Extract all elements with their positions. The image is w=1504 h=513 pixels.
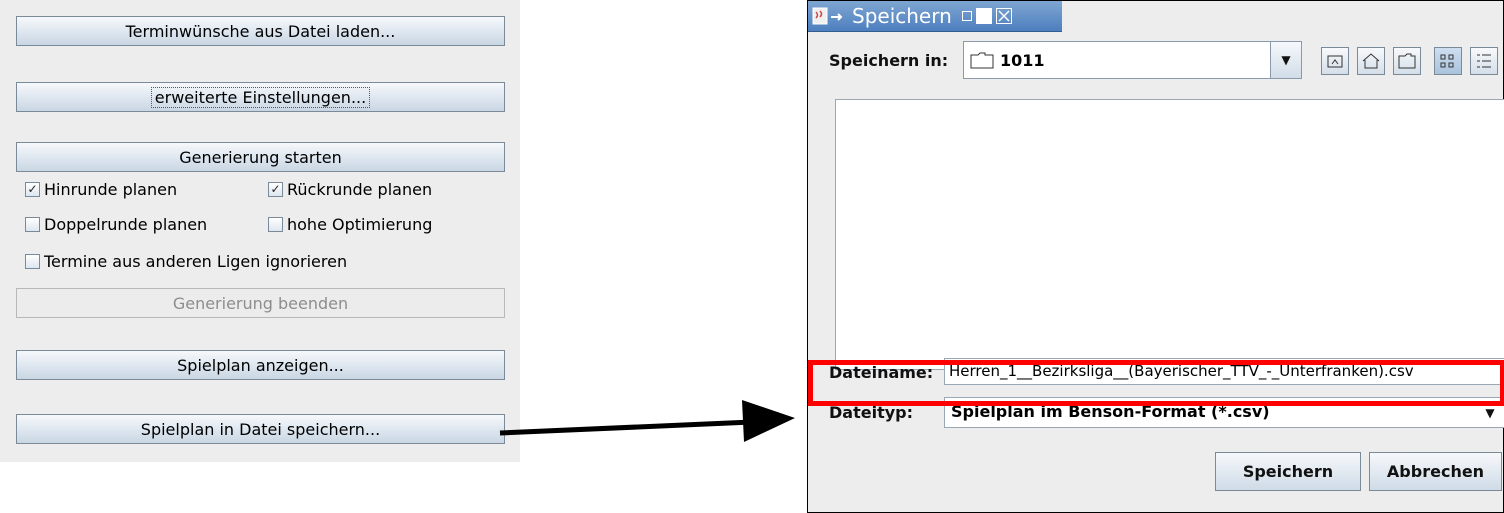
new-folder-icon[interactable]: [1393, 47, 1421, 75]
cancel-button[interactable]: Abbrechen: [1369, 452, 1502, 491]
dialog-title: Speichern: [852, 4, 952, 28]
filetype-highlight-box: [808, 360, 1504, 406]
list-view-icon[interactable]: [1434, 47, 1462, 75]
maximize-icon[interactable]: [975, 8, 992, 24]
save-in-combobox[interactable]: 1011 ▼: [963, 41, 1302, 79]
dialog-body: Speichern in: 1011 ▼ Dateiname: Herren_1…: [816, 31, 1504, 512]
save-dialog: Speichern Speichern in: 1011 ▼ Dateiname…: [807, 0, 1504, 513]
chevron-down-icon[interactable]: ▼: [1270, 42, 1301, 78]
save-button[interactable]: Speichern: [1215, 452, 1361, 491]
up-folder-icon[interactable]: [1321, 47, 1349, 75]
save-in-label: Speichern in:: [829, 51, 949, 70]
close-icon[interactable]: [995, 8, 1012, 24]
java-icon: [812, 7, 843, 25]
file-list[interactable]: [835, 99, 1504, 370]
folder-name: 1011: [1000, 50, 1045, 70]
details-view-icon[interactable]: [1470, 47, 1498, 75]
minimize-icon[interactable]: [961, 11, 972, 21]
folder-icon: [970, 52, 994, 69]
dialog-titlebar[interactable]: Speichern: [808, 1, 1062, 32]
home-icon[interactable]: [1357, 47, 1385, 75]
